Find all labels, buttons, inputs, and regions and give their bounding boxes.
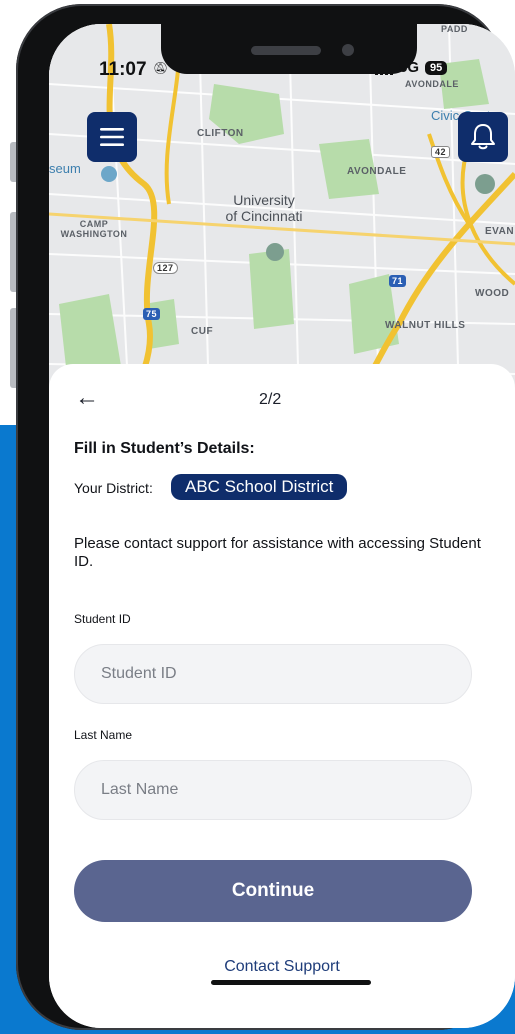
phone-frame: CLIFTON AVONDALE AVONDALE PADD Universit… xyxy=(16,4,515,1030)
interstate-71-shield: 71 xyxy=(389,275,407,287)
interstate-75-shield: 75 xyxy=(143,308,161,320)
battery-level: 95 xyxy=(425,60,448,75)
status-time: 11:07 xyxy=(99,59,147,80)
contact-support-link[interactable]: Contact Support xyxy=(49,958,515,976)
cellular-signal-icon xyxy=(375,60,393,75)
map-label-museum: seum xyxy=(49,161,81,176)
map-label-evan: EVAN xyxy=(485,226,515,237)
back-button[interactable]: ← xyxy=(75,384,99,412)
arrow-left-icon: ← xyxy=(75,384,99,411)
district-label: Your District: xyxy=(74,480,153,496)
phone-screen: CLIFTON AVONDALE AVONDALE PADD Universit… xyxy=(49,24,515,1028)
silent-mode-icon: 🔕︎ xyxy=(153,61,169,75)
map-label-camp-washington: CAMP WASHINGTON xyxy=(60,219,128,239)
hamburger-menu-icon xyxy=(100,128,124,146)
map-label-avondale: AVONDALE xyxy=(347,166,407,177)
map-label-cuf: CUF xyxy=(191,326,214,337)
student-id-label: Student ID xyxy=(74,612,131,626)
front-camera xyxy=(342,44,354,56)
map-label-university: University of Cincinnati xyxy=(225,192,303,224)
speaker-grille xyxy=(251,46,321,55)
map-label-walnut-hills: WALNUT HILLS xyxy=(385,320,466,331)
last-name-label: Last Name xyxy=(74,728,133,742)
map-label-avondale-top: AVONDALE xyxy=(405,79,459,89)
step-indicator: 2/2 xyxy=(259,391,282,408)
notifications-button[interactable] xyxy=(458,112,508,162)
district-badge: ABC School District xyxy=(171,474,348,500)
student-id-input[interactable] xyxy=(74,644,472,704)
map-label-wood: WOOD xyxy=(475,288,510,299)
map-label-padd: PADD xyxy=(441,24,468,34)
map-view[interactable]: CLIFTON AVONDALE AVONDALE PADD Universit… xyxy=(49,24,515,404)
route-42-shield: 42 xyxy=(431,146,451,158)
sheet-title: Fill in Student’s Details: xyxy=(74,440,255,457)
continue-button[interactable]: Continue xyxy=(74,860,472,922)
status-indicators: 5G 95 xyxy=(375,59,448,76)
bell-icon xyxy=(471,124,495,150)
hamburger-menu-button[interactable] xyxy=(87,112,137,162)
support-help-text: Please contact support for assistance wi… xyxy=(74,535,481,570)
last-name-input[interactable] xyxy=(74,760,472,820)
student-details-sheet: ← 2/2 Fill in Student’s Details: Your Di… xyxy=(49,364,515,1028)
route-127-shield: 127 xyxy=(153,262,178,274)
map-label-clifton: CLIFTON xyxy=(197,128,244,139)
network-type: 5G xyxy=(399,59,420,76)
home-indicator xyxy=(211,980,371,985)
